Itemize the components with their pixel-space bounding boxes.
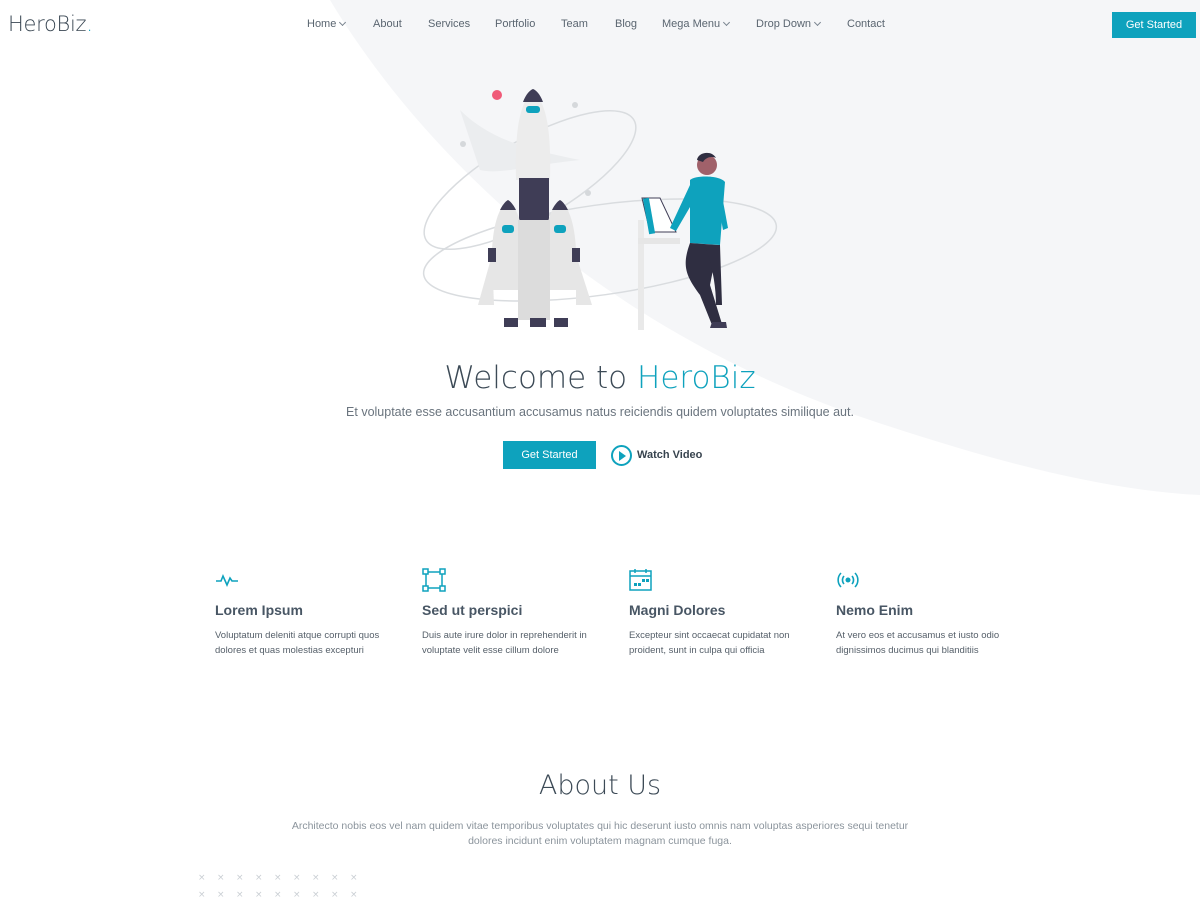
watch-video-label: Watch Video — [637, 449, 703, 461]
feature-description: At vero eos et accusamus et iusto odio d… — [836, 630, 1000, 656]
nav-about[interactable]: About — [373, 18, 402, 30]
main-nav: Home About Services Portfolio Team Blog … — [0, 18, 1200, 34]
nav-home[interactable]: Home — [307, 18, 347, 30]
svg-text:×: × — [198, 873, 206, 883]
header-get-started-button[interactable]: Get Started — [1112, 12, 1196, 38]
bounding-box-icon — [422, 568, 446, 592]
about-text: Architecto nobis eos vel nam quidem vita… — [291, 820, 909, 847]
svg-text:×: × — [198, 890, 206, 900]
svg-text:×: × — [350, 890, 358, 900]
decorative-dots: × × × × × × × × × × × × × × × × × × — [198, 873, 358, 900]
feature-card: Magni Dolores Excepteur sint occaecat cu… — [629, 568, 799, 658]
svg-text:×: × — [293, 890, 301, 900]
hero-get-started-button[interactable]: Get Started — [503, 441, 596, 469]
svg-text:×: × — [293, 873, 301, 883]
chevron-down-icon — [813, 18, 822, 27]
feature-title: Magni Dolores — [629, 602, 726, 618]
svg-text:×: × — [312, 873, 320, 883]
hero-subtitle: Et voluptate esse accusantium accusamus … — [346, 405, 854, 419]
site-header: HeroBiz. Home About Services Portfolio T… — [0, 0, 1200, 50]
svg-text:×: × — [255, 890, 263, 900]
svg-text:×: × — [274, 890, 282, 900]
svg-text:×: × — [236, 890, 244, 900]
nav-services[interactable]: Services — [428, 18, 470, 30]
feature-card: Nemo Enim At vero eos et accusamus et iu… — [836, 568, 1006, 658]
svg-text:×: × — [312, 890, 320, 900]
svg-text:×: × — [217, 873, 225, 883]
nav-team[interactable]: Team — [561, 18, 588, 30]
nav-blog[interactable]: Blog — [615, 18, 637, 30]
feature-description: Voluptatum deleniti atque corrupti quos … — [215, 630, 380, 656]
feature-title: Nemo Enim — [836, 602, 914, 618]
svg-text:×: × — [274, 873, 282, 883]
svg-text:×: × — [217, 890, 225, 900]
calendar-icon — [629, 569, 652, 591]
nav-contact[interactable]: Contact — [847, 18, 885, 30]
svg-text:×: × — [331, 873, 339, 883]
feature-card: Lorem Ipsum Voluptatum deleniti atque co… — [215, 568, 385, 658]
play-icon — [611, 444, 632, 466]
about-title: About Us — [538, 770, 662, 801]
watch-video-button[interactable]: Watch Video — [611, 444, 702, 466]
svg-text:×: × — [350, 873, 358, 883]
broadcast-icon — [837, 572, 859, 588]
nav-drop-down[interactable]: Drop Down — [756, 18, 822, 30]
feature-card: Sed ut perspici Duis aute irure dolor in… — [422, 568, 592, 658]
svg-text:×: × — [236, 873, 244, 883]
activity-icon — [216, 573, 238, 587]
feature-title: Lorem Ipsum — [215, 602, 303, 618]
feature-title: Sed ut perspici — [422, 602, 523, 618]
feature-description: Duis aute irure dolor in reprehenderit i… — [422, 630, 587, 656]
nav-mega-menu[interactable]: Mega Menu — [662, 18, 731, 30]
hero-illustration — [422, 89, 778, 330]
feature-description: Excepteur sint occaecat cupidatat non pr… — [629, 630, 790, 656]
chevron-down-icon — [723, 18, 731, 27]
hero-title: Welcome to HeroBiz — [444, 360, 756, 396]
svg-text:×: × — [255, 873, 263, 883]
svg-text:×: × — [331, 890, 339, 900]
chevron-down-icon — [339, 18, 347, 27]
nav-portfolio[interactable]: Portfolio — [495, 18, 535, 30]
